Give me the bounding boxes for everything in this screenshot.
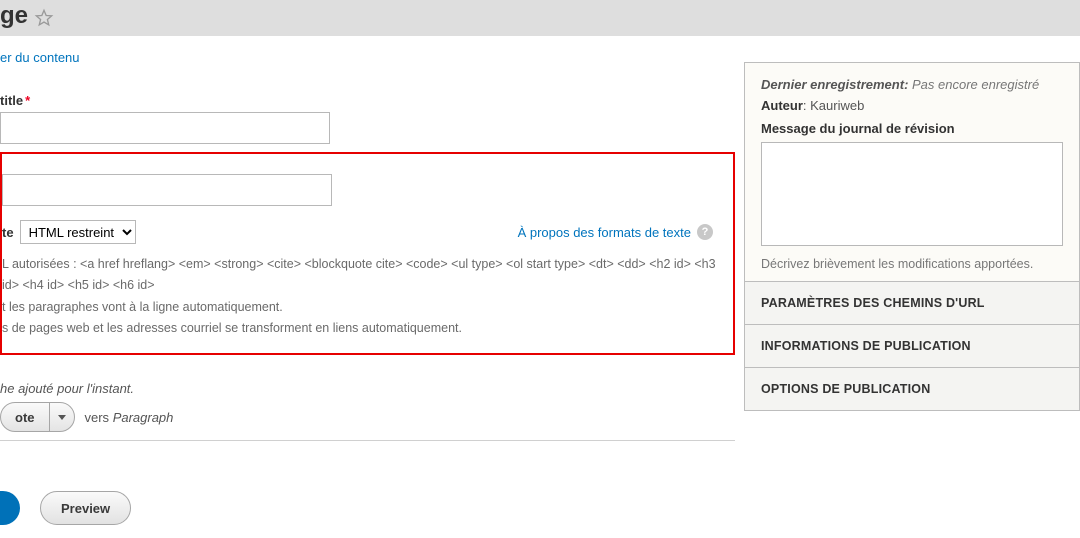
- meta-sidebar: Dernier enregistrement: Pas encore enreg…: [744, 62, 1080, 411]
- star-outline-icon[interactable]: [34, 8, 54, 28]
- question-icon: ?: [697, 224, 713, 240]
- save-button[interactable]: [0, 491, 20, 525]
- add-paragraph-split-button[interactable]: ote: [0, 402, 75, 432]
- title-input[interactable]: [0, 112, 330, 144]
- text-format-help-link[interactable]: À propos des formats de texte ?: [518, 224, 713, 240]
- add-paragraph-dropdown-toggle[interactable]: [50, 403, 74, 431]
- title-label: title: [0, 93, 23, 108]
- required-mark: *: [25, 93, 30, 108]
- preview-button-label: Preview: [61, 501, 110, 516]
- page-titlebar: ge: [0, 0, 1080, 36]
- text-format-help-label: À propos des formats de texte: [518, 225, 691, 240]
- format-hint: L autorisées : <a href hreflang> <em> <s…: [2, 254, 719, 297]
- revision-log-textarea[interactable]: [761, 142, 1063, 246]
- paragraph-empty-note: he ajouté pour l'instant.: [0, 381, 735, 396]
- page-title: ge: [0, 0, 34, 36]
- breadcrumb-link[interactable]: er du contenu: [0, 50, 80, 65]
- accordion-publication-options[interactable]: OPTIONS DE PUBLICATION: [745, 367, 1079, 410]
- accordion-publication-info[interactable]: INFORMATIONS DE PUBLICATION: [745, 324, 1079, 367]
- format-hint: s de pages web et les adresses courriel …: [2, 318, 719, 339]
- format-help-region: te HTML restreint À propos des formats d…: [0, 152, 735, 355]
- preview-button[interactable]: Preview: [40, 491, 131, 525]
- format-label: te: [2, 225, 14, 240]
- add-to-label: vers Paragraph: [85, 410, 174, 425]
- format-hint: t les paragraphes vont à la ligne automa…: [2, 297, 719, 318]
- author-row: Auteur: Kauriweb: [761, 98, 1063, 113]
- revision-log-label: Message du journal de révision: [761, 121, 1063, 136]
- format-hints: L autorisées : <a href hreflang> <em> <s…: [2, 254, 719, 339]
- divider: [0, 440, 735, 441]
- revision-log-desc: Décrivez brièvement les modifications ap…: [761, 257, 1063, 271]
- add-paragraph-main[interactable]: ote: [1, 403, 50, 431]
- text-format-select[interactable]: HTML restreint: [20, 220, 136, 244]
- accordion-url-paths[interactable]: PARAMÈTRES DES CHEMINS D'URL: [745, 281, 1079, 324]
- secondary-text-input[interactable]: [2, 174, 332, 206]
- last-saved-row: Dernier enregistrement: Pas encore enreg…: [761, 77, 1063, 92]
- title-field-row: title*: [0, 93, 735, 144]
